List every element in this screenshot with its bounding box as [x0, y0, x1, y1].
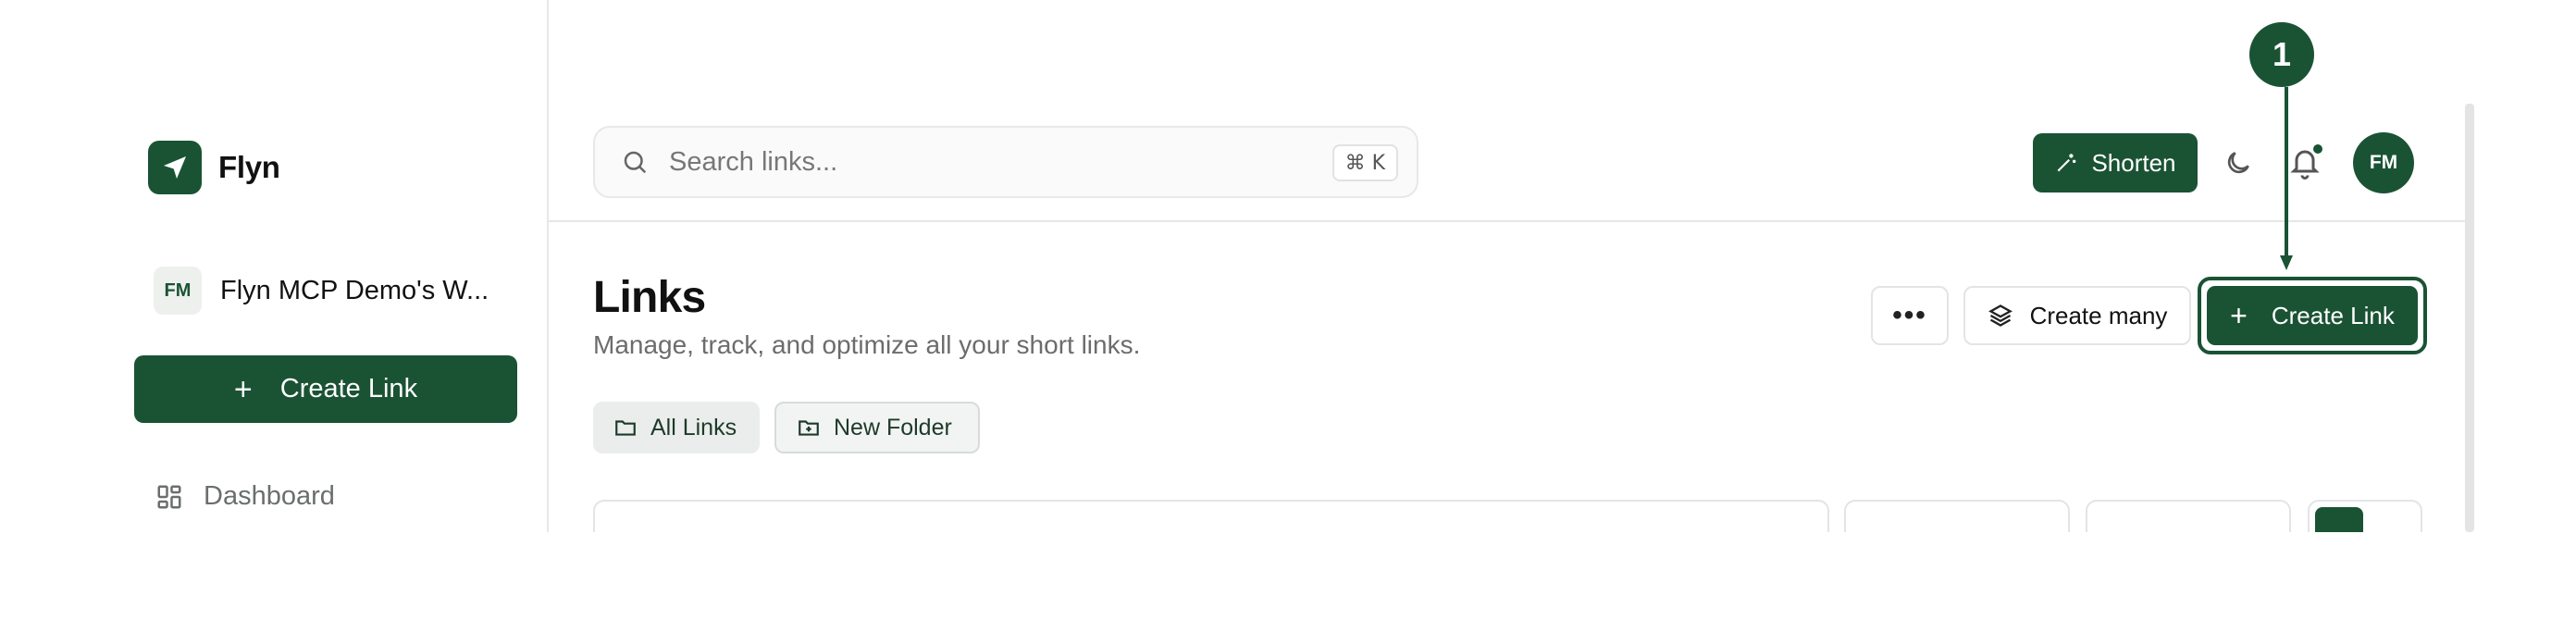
sidebar-item-dashboard[interactable]: Dashboard	[155, 481, 335, 512]
plus-icon: +	[2230, 299, 2248, 332]
workspace-switcher[interactable]: FM Flyn MCP Demo's W...	[154, 267, 524, 315]
new-folder-label: New Folder	[834, 414, 952, 441]
tab-all-links[interactable]: All Links	[593, 402, 760, 453]
step-arrow-icon	[2280, 87, 2293, 270]
sidebar: Flyn FM Flyn MCP Demo's W... + Create Li…	[0, 0, 549, 532]
theme-toggle-moon-icon[interactable]	[2223, 148, 2253, 178]
workspace-badge: FM	[154, 267, 202, 315]
topbar: Search links... ⌘ K Shorten FM	[549, 0, 2473, 222]
view-toggle[interactable]	[2308, 500, 2422, 532]
brand[interactable]: Flyn	[148, 141, 280, 194]
all-links-label: All Links	[650, 414, 737, 441]
sidebar-create-link-label: Create Link	[279, 374, 418, 403]
user-avatar[interactable]: FM	[2353, 132, 2414, 193]
new-folder-button[interactable]: New Folder	[774, 402, 980, 453]
notification-dot	[2311, 143, 2324, 155]
page-scrollbar[interactable]	[2465, 104, 2474, 532]
global-search-input[interactable]: Search links... ⌘ K	[593, 126, 1418, 198]
step-marker: 1	[2249, 22, 2314, 87]
list-view-button[interactable]	[2315, 507, 2363, 532]
logo-send-icon	[148, 141, 202, 194]
sort-select[interactable]	[1844, 500, 2070, 532]
folder-icon	[613, 416, 638, 440]
shortcut-hint: ⌘ K	[1331, 144, 1398, 181]
create-many-button[interactable]: Create many	[1963, 286, 2191, 345]
folder-plus-icon	[797, 416, 821, 440]
filter-select[interactable]	[2086, 500, 2291, 532]
shorten-button[interactable]: Shorten	[2033, 133, 2198, 192]
brand-name: Flyn	[218, 150, 280, 184]
page-subtitle: Manage, track, and optimize all your sho…	[593, 330, 1141, 359]
app-frame: Flyn FM Flyn MCP Demo's W... + Create Li…	[0, 0, 2576, 532]
sidebar-create-link-button[interactable]: + Create Link	[134, 355, 517, 423]
layers-icon	[1988, 303, 2013, 329]
workspace-name: Flyn MCP Demo's W...	[220, 275, 489, 305]
page-title: Links	[593, 273, 706, 322]
sidebar-item-label: Dashboard	[204, 481, 335, 511]
create-many-label: Create many	[2029, 301, 2168, 329]
create-link-label: Create Link	[2271, 301, 2395, 329]
search-icon	[621, 148, 649, 176]
dashboard-grid-icon	[155, 483, 183, 511]
shorten-label: Shorten	[2091, 148, 2176, 177]
magic-wand-icon	[2054, 151, 2078, 175]
search-placeholder: Search links...	[669, 146, 838, 177]
create-link-button[interactable]: + Create Link	[2207, 286, 2418, 345]
plus-icon: +	[233, 371, 253, 407]
more-options-button[interactable]: •••	[1871, 286, 1949, 345]
links-search-input[interactable]	[593, 500, 1829, 532]
